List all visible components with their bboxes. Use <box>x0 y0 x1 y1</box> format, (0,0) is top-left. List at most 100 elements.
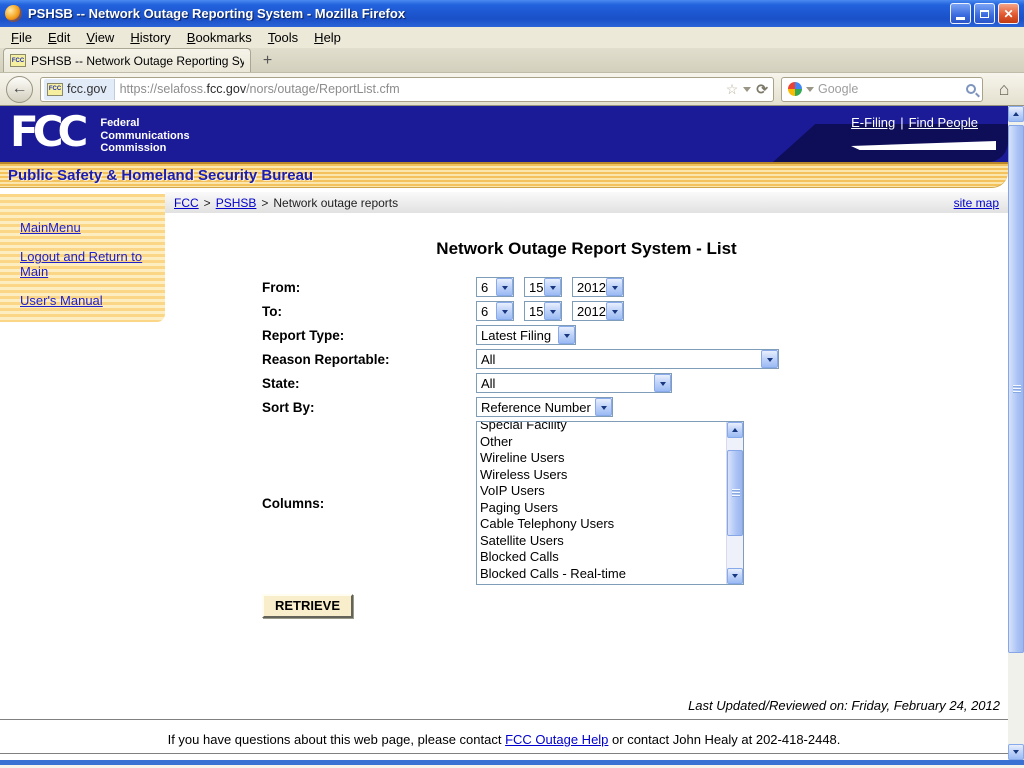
page-title: Network Outage Report System - List <box>165 239 1008 259</box>
to-day-select[interactable]: 15 <box>524 301 562 321</box>
sidebar-item-logout[interactable]: Logout and Return to Main <box>20 249 152 279</box>
active-tab[interactable]: FCC PSHSB -- Network Outage Reporting Sy… <box>3 48 251 72</box>
from-year-select[interactable]: 2012 <box>572 277 624 297</box>
from-day-select[interactable]: 15 <box>524 277 562 297</box>
list-item[interactable]: Cable Telephony Users <box>480 516 726 533</box>
breadcrumb-fcc-link[interactable]: FCC <box>174 196 199 210</box>
search-box[interactable]: Google <box>781 77 983 102</box>
state-select[interactable]: All <box>476 373 672 393</box>
report-filter-form: From: 6 15 2012 To: 6 15 2012 Report Typ… <box>165 275 1008 618</box>
to-year-select[interactable]: 2012 <box>572 301 624 321</box>
list-item[interactable]: Special Facility <box>480 422 726 434</box>
scroll-down-icon[interactable] <box>727 568 743 584</box>
chevron-down-icon[interactable] <box>606 278 623 296</box>
site-map-link[interactable]: site map <box>954 196 999 210</box>
scroll-down-icon[interactable] <box>1008 744 1024 760</box>
retrieve-button[interactable]: RETRIEVE <box>262 594 353 618</box>
from-label: From: <box>165 280 476 295</box>
chevron-down-icon[interactable] <box>544 278 561 296</box>
scroll-up-icon[interactable] <box>727 422 743 438</box>
home-button[interactable]: ⌂ <box>990 76 1018 103</box>
fcc-logo-text: FCC <box>10 109 90 155</box>
to-row: To: 6 15 2012 <box>165 299 1008 323</box>
new-tab-button[interactable]: + <box>254 50 281 71</box>
listbox-scrollbar[interactable] <box>726 422 743 584</box>
reload-icon[interactable]: ⟳ <box>756 81 768 98</box>
chevron-down-icon[interactable] <box>654 374 671 392</box>
menu-bookmarks[interactable]: Bookmarks <box>179 28 260 47</box>
last-updated-text: Last Updated/Reviewed on: Friday, Februa… <box>165 698 1000 713</box>
list-item[interactable]: Paging Users <box>480 500 726 517</box>
chevron-down-icon[interactable] <box>606 302 623 320</box>
list-item[interactable]: Blocked Calls - Real-time <box>480 566 726 583</box>
state-label: State: <box>165 376 476 391</box>
divider <box>0 753 1008 754</box>
close-icon <box>1003 7 1013 21</box>
list-item[interactable]: VoIP Users <box>480 483 726 500</box>
chevron-down-icon[interactable] <box>544 302 561 320</box>
navigation-bar: ← FCC fcc.gov https://selafoss.fcc.gov/n… <box>0 73 1024 106</box>
footer-text-pre: If you have questions about this web pag… <box>168 732 506 747</box>
menu-tools[interactable]: Tools <box>260 28 306 47</box>
to-month-select[interactable]: 6 <box>476 301 514 321</box>
to-label: To: <box>165 304 476 319</box>
title-bar: PSHSB -- Network Outage Reporting System… <box>0 0 1024 27</box>
find-people-link[interactable]: Find People <box>909 115 978 130</box>
menu-help[interactable]: Help <box>306 28 349 47</box>
efiling-link[interactable]: E-Filing <box>851 115 895 130</box>
from-month-select[interactable]: 6 <box>476 277 514 297</box>
restore-icon <box>980 10 989 18</box>
reason-reportable-select[interactable]: All <box>476 349 779 369</box>
scroll-up-icon[interactable] <box>1008 106 1024 122</box>
columns-listbox[interactable]: Special Facility Other Wireline Users Wi… <box>476 421 744 585</box>
search-input[interactable]: Google <box>818 82 962 96</box>
list-item[interactable]: Wireline Users <box>480 450 726 467</box>
columns-options: Special Facility Other Wireline Users Wi… <box>477 422 726 584</box>
url-text[interactable]: https://selafoss.fcc.gov/nors/outage/Rep… <box>120 82 721 96</box>
breadcrumb-separator: > <box>204 196 211 210</box>
close-button[interactable] <box>998 3 1019 24</box>
list-item[interactable]: Blocked Calls - Historic <box>480 582 726 584</box>
scrollbar-thumb[interactable] <box>727 450 743 536</box>
sort-by-select[interactable]: Reference Number <box>476 397 613 417</box>
menu-history[interactable]: History <box>122 28 178 47</box>
window-scrollbar[interactable] <box>1008 106 1024 760</box>
breadcrumb-pshsb-link[interactable]: PSHSB <box>216 196 257 210</box>
chevron-down-icon[interactable] <box>558 326 575 344</box>
chevron-down-icon[interactable] <box>496 278 513 296</box>
minimize-button[interactable] <box>950 3 971 24</box>
report-type-label: Report Type: <box>165 328 476 343</box>
fcc-outage-help-link[interactable]: FCC Outage Help <box>505 732 608 747</box>
search-engine-dropdown-icon[interactable] <box>806 87 814 96</box>
sidebar-item-users-manual[interactable]: User's Manual <box>20 293 152 308</box>
fcc-favicon-icon: FCC <box>10 54 26 67</box>
scrollbar-thumb[interactable] <box>1008 125 1024 653</box>
menu-edit[interactable]: Edit <box>40 28 78 47</box>
google-icon <box>788 82 802 96</box>
header-link-divider: | <box>900 115 903 130</box>
bookmark-star-icon[interactable]: ☆ <box>726 81 739 98</box>
sidebar-item-mainmenu[interactable]: MainMenu <box>20 220 152 235</box>
report-type-select[interactable]: Latest Filing <box>476 325 576 345</box>
back-button[interactable]: ← <box>6 76 33 103</box>
search-icon[interactable] <box>966 84 976 94</box>
restore-button[interactable] <box>974 3 995 24</box>
menu-view[interactable]: View <box>78 28 122 47</box>
list-item[interactable]: Blocked Calls <box>480 549 726 566</box>
list-item[interactable]: Satellite Users <box>480 533 726 550</box>
tab-title: PSHSB -- Network Outage Reporting System <box>31 54 244 68</box>
url-dropdown-icon[interactable] <box>743 87 751 96</box>
chevron-down-icon[interactable] <box>496 302 513 320</box>
site-identity-chip[interactable]: FCC fcc.gov <box>44 79 115 100</box>
list-item[interactable]: Other <box>480 434 726 451</box>
menu-bar: File Edit View History Bookmarks Tools H… <box>0 27 1024 48</box>
menu-file[interactable]: File <box>3 28 40 47</box>
chevron-down-icon[interactable] <box>595 398 612 416</box>
footer-text-post: or contact John Healy at 202-418-2448. <box>608 732 840 747</box>
fcc-favicon-icon: FCC <box>47 83 63 96</box>
fcc-logo: FCC Federal Communications Commission <box>0 106 1008 155</box>
chevron-down-icon[interactable] <box>761 350 778 368</box>
main-area: Network Outage Report System - List From… <box>165 239 1008 713</box>
list-item[interactable]: Wireless Users <box>480 467 726 484</box>
address-bar[interactable]: FCC fcc.gov https://selafoss.fcc.gov/nor… <box>40 77 774 102</box>
